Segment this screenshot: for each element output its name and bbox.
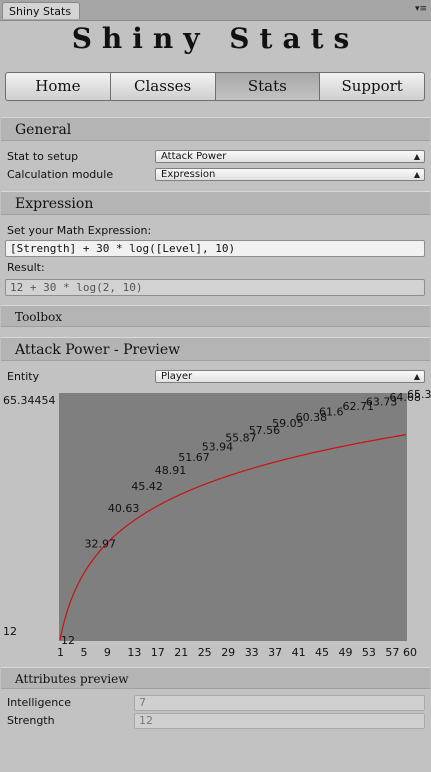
y-min-label: 12 [3,625,17,638]
point-label: 32.97 [85,537,117,550]
x-tick-label: 17 [151,646,165,659]
tab-support[interactable]: Support [320,72,425,101]
toolbox-section-header[interactable]: Toolbox [1,305,430,327]
point-label: 61.6 [319,405,344,418]
page-title: Shiny Stats [71,22,360,55]
nav-toolbar: Home Classes Stats Support [5,72,425,101]
x-tick-label: 29 [221,646,235,659]
dropdown-arrow-icon: ▲︎ [413,170,420,179]
window-tab[interactable]: Shiny Stats [2,2,80,19]
x-tick-label: 5 [81,646,88,659]
attr-label-strength: Strength [7,714,55,727]
stat-dropdown-value: Attack Power [161,151,227,162]
point-label: 65.34 [407,390,431,401]
tab-stats[interactable]: Stats [215,72,321,101]
expression-section-header[interactable]: Expression [1,191,430,215]
tab-menu-icon[interactable]: ▾≡ [415,4,427,14]
x-tick-label: 9 [104,646,111,659]
point-label: 45.42 [131,480,163,493]
x-tick-label: 49 [339,646,353,659]
dropdown-arrow-icon: ▲︎ [413,372,420,381]
x-tick-label: 13 [127,646,141,659]
attr-value-intelligence: 7 [134,695,425,711]
calc-dropdown[interactable]: Expression ▲︎ [155,168,425,181]
attr-label-intelligence: Intelligence [7,696,72,709]
entity-dropdown-value: Player [161,371,193,382]
x-tick-label: 1 [57,646,64,659]
point-label: 40.63 [108,502,139,515]
preview-section-header[interactable]: Attack Power - Preview [1,337,430,361]
x-tick-label: 53 [362,646,376,659]
entity-dropdown[interactable]: Player ▲︎ [155,370,425,383]
tab-home[interactable]: Home [5,72,111,101]
x-tick-label: 41 [292,646,306,659]
expression-prompt: Set your Math Expression: [7,224,152,237]
attr-value-strength: 12 [134,713,425,729]
x-tick-label: 33 [245,646,259,659]
entity-label: Entity [7,370,40,383]
preview-chart: 65.34454 12 1232.9740.6345.4248.9151.675… [3,390,431,659]
x-tick-labels: 1 5 9 13 17 21 25 29 33 37 41 45 49 53 57 60 [57,646,417,659]
x-tick-label: 21 [174,646,188,659]
calc-dropdown-value: Expression [161,169,216,180]
x-tick-label: 25 [198,646,212,659]
stat-dropdown[interactable]: Attack Power ▲︎ [155,150,425,163]
result-label: Result: [7,261,45,274]
dropdown-arrow-icon: ▲︎ [413,152,420,161]
x-tick-label: 45 [315,646,329,659]
y-max-label: 65.34454 [3,394,56,407]
result-field: 12 + 30 * log(2, 10) [5,279,425,296]
calc-label: Calculation module [7,168,114,181]
point-label: 48.91 [155,464,187,477]
expression-input[interactable]: [Strength] + 30 * log([Level], 10) [5,240,425,257]
window-tab-bar: Shiny Stats ▾≡ [0,0,431,21]
x-tick-label: 60 [403,646,417,659]
tab-classes[interactable]: Classes [110,72,216,101]
x-tick-label: 37 [268,646,282,659]
x-tick-label: 57 [385,646,399,659]
general-section-header[interactable]: General [1,117,430,141]
chart-plot-area [59,393,407,641]
stat-label: Stat to setup [7,150,79,163]
attributes-section-header[interactable]: Attributes preview [1,667,430,689]
